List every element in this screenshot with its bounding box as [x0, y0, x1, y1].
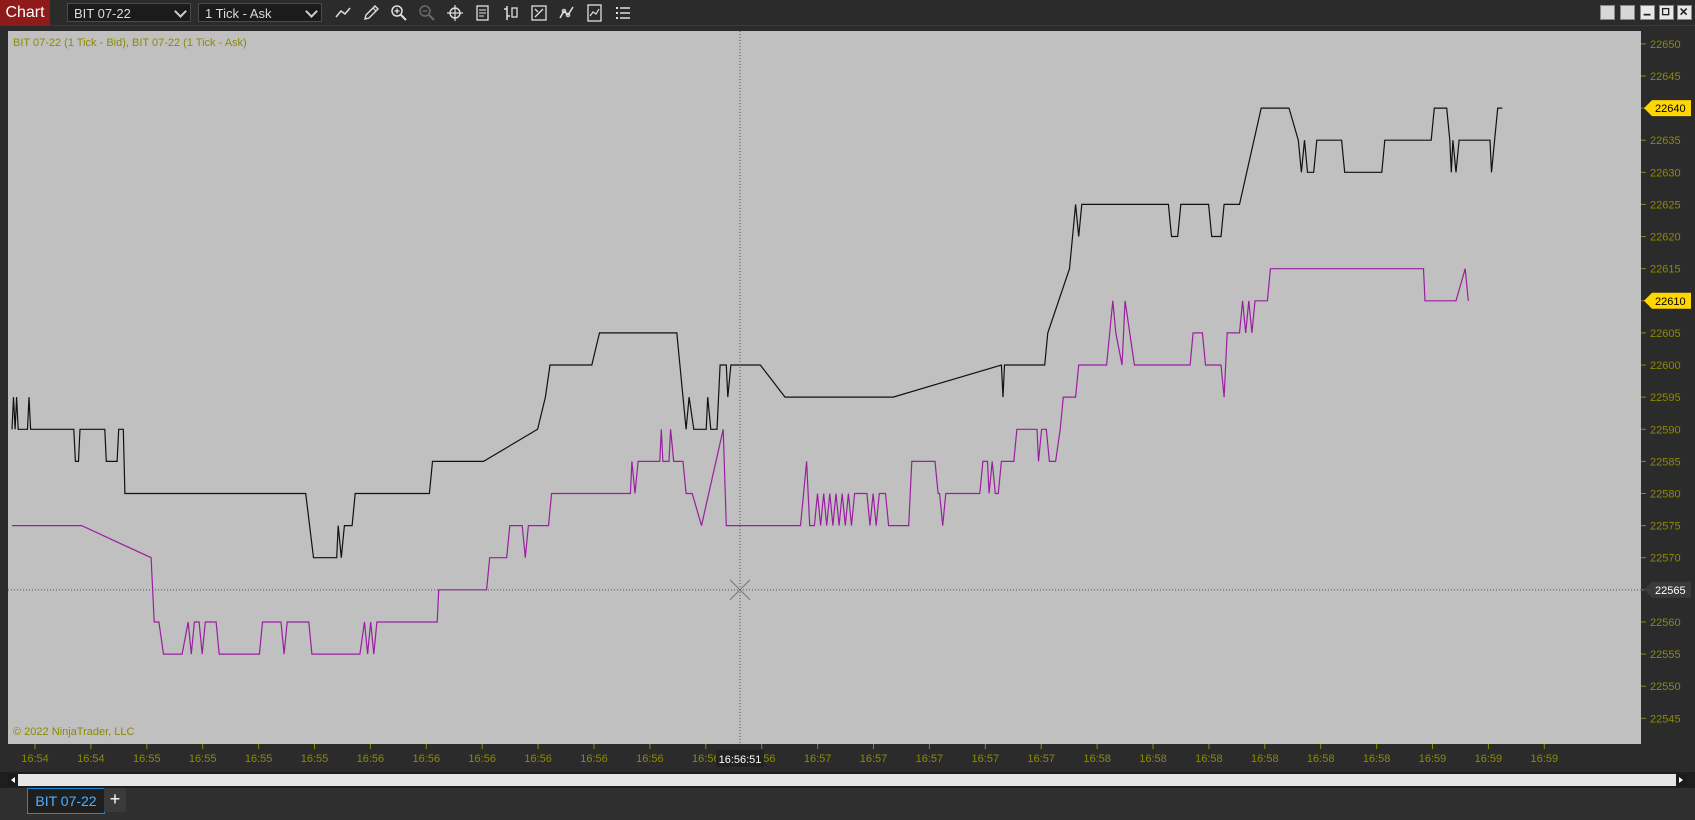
- y-tick-label: 22585: [1650, 456, 1681, 468]
- x-tick-label: 16:55: [189, 753, 217, 765]
- data-box-icon[interactable]: [473, 3, 493, 23]
- y-axis: 2254522550225552256022565225702257522580…: [1641, 39, 1681, 725]
- y-tick-label: 22635: [1650, 135, 1681, 147]
- add-tab-button[interactable]: +: [104, 788, 126, 812]
- x-axis: 16:54 16:54 16:55 16:55 16:55 16:55 16:56 16:56…: [21, 744, 1558, 765]
- tab-bar: BIT 07-22 +: [0, 788, 1695, 820]
- x-tick-label: 16:58: [1083, 753, 1111, 765]
- last-price-label-1: 22610: [1655, 296, 1686, 308]
- tile-window-icon[interactable]: [1600, 5, 1615, 20]
- zoom-out-icon[interactable]: [417, 3, 437, 23]
- x-tick-label: 16:59: [1419, 753, 1447, 765]
- y-tick-label: 22575: [1650, 521, 1681, 533]
- y-tick-label: 22590: [1650, 424, 1681, 436]
- x-tick-label: 16:56: [692, 753, 720, 765]
- y-tick-label: 22580: [1650, 488, 1681, 500]
- list-icon[interactable]: [613, 3, 633, 23]
- last-price-label-0: 22640: [1655, 103, 1686, 115]
- instrument-selector[interactable]: BIT 07-22: [67, 3, 191, 22]
- x-tick-label: 16:56: [636, 753, 664, 765]
- scroll-right-icon[interactable]: [1676, 774, 1686, 786]
- chart-toolbar: Chart BIT 07-22 1 Tick - Ask: [0, 0, 1695, 26]
- horizontal-scrollbar[interactable]: [8, 774, 1686, 786]
- chart-panel[interactable]: BIT 07-22 (1 Tick - Bid), BIT 07-22 (1 T…: [0, 26, 1695, 772]
- x-tick-label: 16:55: [133, 753, 161, 765]
- series-label: BIT 07-22 (1 Tick - Bid), BIT 07-22 (1 T…: [13, 37, 247, 49]
- tile-horizontal-icon[interactable]: [1620, 5, 1635, 20]
- chart-trader-icon[interactable]: [585, 3, 605, 23]
- y-tick-label: 22570: [1650, 553, 1681, 565]
- chart-window-title[interactable]: Chart: [0, 0, 50, 25]
- x-tick-label: 16:56: [413, 753, 441, 765]
- y-tick-label: 22630: [1650, 167, 1681, 179]
- properties-icon[interactable]: [529, 3, 549, 23]
- plot-area: [8, 31, 1641, 744]
- copyright-label: © 2022 NinjaTrader, LLC: [13, 726, 134, 738]
- x-tick-label: 16:55: [245, 753, 273, 765]
- x-tick-label: 16:57: [860, 753, 888, 765]
- interval-value: 1 Tick - Ask: [205, 6, 272, 21]
- close-icon[interactable]: [1677, 5, 1692, 20]
- x-tick-label: 16:56: [580, 753, 608, 765]
- instrument-value: BIT 07-22: [74, 6, 131, 21]
- x-tick-label: 16:58: [1363, 753, 1391, 765]
- x-tick-label: 16:58: [1139, 753, 1167, 765]
- zoom-in-icon[interactable]: [389, 3, 409, 23]
- y-tick-label: 22625: [1650, 199, 1681, 211]
- price-chart[interactable]: BIT 07-22 (1 Tick - Bid), BIT 07-22 (1 T…: [0, 26, 1695, 772]
- crosshair-time-label: 16:56:51: [719, 754, 762, 766]
- x-tick-label: 16:57: [916, 753, 944, 765]
- y-tick-label: 22650: [1650, 39, 1681, 51]
- x-tick-label: 16:59: [1475, 753, 1503, 765]
- x-tick-label: 16:56: [468, 753, 496, 765]
- x-tick-label: 16:55: [301, 753, 329, 765]
- x-tick-label: 16:57: [1027, 753, 1055, 765]
- x-tick-label: 16:58: [1251, 753, 1279, 765]
- crosshair-price-label: 22565: [1655, 585, 1686, 597]
- crosshair-icon[interactable]: [445, 3, 465, 23]
- x-tick-label: 16:56: [524, 753, 552, 765]
- y-tick-label: 22600: [1650, 360, 1681, 372]
- x-tick-label: 16:58: [1307, 753, 1335, 765]
- x-tick-label: 16:59: [1531, 753, 1559, 765]
- y-tick-label: 22555: [1650, 649, 1681, 661]
- scroll-left-icon[interactable]: [8, 774, 18, 786]
- tab-bit-07-22[interactable]: BIT 07-22: [27, 788, 105, 814]
- chevron-down-icon: [305, 5, 318, 18]
- maximize-icon[interactable]: [1659, 5, 1674, 20]
- x-tick-label: 16:57: [972, 753, 1000, 765]
- x-tick-label: 16:56: [357, 753, 385, 765]
- pencil-icon[interactable]: [361, 3, 381, 23]
- line-tool-icon[interactable]: [333, 3, 353, 23]
- x-tick-label: 16:54: [21, 753, 49, 765]
- interval-selector[interactable]: 1 Tick - Ask: [198, 3, 322, 22]
- y-tick-label: 22550: [1650, 681, 1681, 693]
- bar-type-icon[interactable]: [501, 3, 521, 23]
- chevron-down-icon: [174, 5, 187, 18]
- y-tick-label: 22560: [1650, 617, 1681, 629]
- y-tick-label: 22615: [1650, 264, 1681, 276]
- y-tick-label: 22595: [1650, 392, 1681, 404]
- x-tick-label: 16:58: [1195, 753, 1223, 765]
- x-tick-label: 16:57: [804, 753, 832, 765]
- x-tick-label: 16:54: [77, 753, 105, 765]
- strategy-icon[interactable]: [557, 3, 577, 23]
- y-tick-label: 22620: [1650, 232, 1681, 244]
- y-tick-label: 22545: [1650, 713, 1681, 725]
- y-tick-label: 22605: [1650, 328, 1681, 340]
- minimize-icon[interactable]: [1640, 5, 1655, 20]
- y-tick-label: 22645: [1650, 71, 1681, 83]
